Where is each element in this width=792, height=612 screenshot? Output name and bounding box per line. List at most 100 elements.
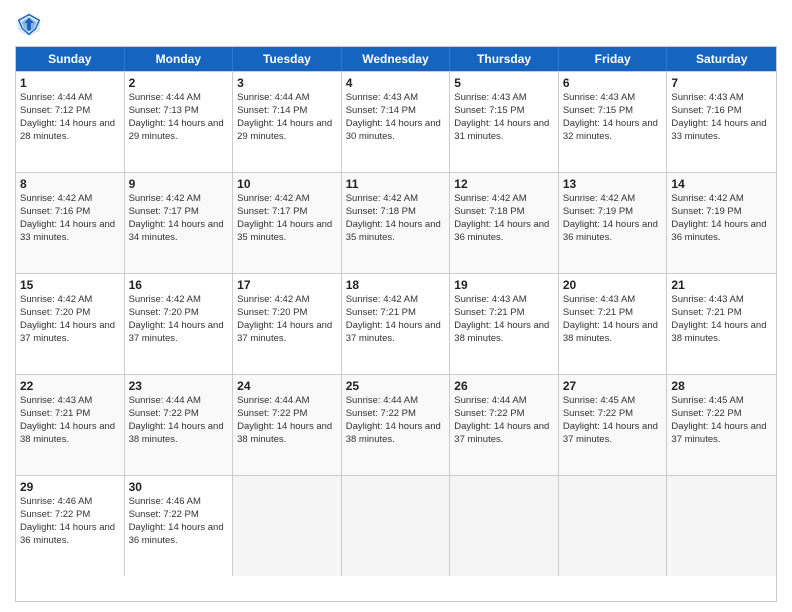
daylight-text: Daylight: 14 hours and 36 minutes. xyxy=(20,522,115,546)
sunset-text: Sunset: 7:12 PM xyxy=(20,105,90,116)
day-cell-11: 11Sunrise: 4:42 AMSunset: 7:18 PMDayligh… xyxy=(342,173,451,273)
sunset-text: Sunset: 7:21 PM xyxy=(346,307,416,318)
day-number: 28 xyxy=(671,378,772,394)
sunset-text: Sunset: 7:16 PM xyxy=(671,105,741,116)
day-number: 27 xyxy=(563,378,663,394)
sunset-text: Sunset: 7:19 PM xyxy=(563,206,633,217)
day-number: 11 xyxy=(346,176,446,192)
day-cell-22: 22Sunrise: 4:43 AMSunset: 7:21 PMDayligh… xyxy=(16,375,125,475)
sunset-text: Sunset: 7:22 PM xyxy=(129,408,199,419)
day-cell-1: 1Sunrise: 4:44 AM Sunset: 7:12 PM Daylight… xyxy=(16,72,125,172)
sunset-text: Sunset: 7:21 PM xyxy=(20,408,90,419)
day-number: 2 xyxy=(129,75,229,91)
calendar-row-4: 29Sunrise: 4:46 AMSunset: 7:22 PMDayligh… xyxy=(16,475,776,576)
sunset-text: Sunset: 7:22 PM xyxy=(563,408,633,419)
day-cell-23: 23Sunrise: 4:44 AMSunset: 7:22 PMDayligh… xyxy=(125,375,234,475)
day-number: 7 xyxy=(671,75,772,91)
sunset-text: Sunset: 7:21 PM xyxy=(671,307,741,318)
sunset-text: Sunset: 7:17 PM xyxy=(129,206,199,217)
day-number: 18 xyxy=(346,277,446,293)
sunrise-text: Sunrise: 4:43 AM xyxy=(563,92,635,103)
calendar-row-2: 15 Sunrise: 4:42 AM Sunset: 7:20 PM Dayligh… xyxy=(16,273,776,374)
day-cell-17: 17Sunrise: 4:42 AMSunset: 7:20 PMDayligh… xyxy=(233,274,342,374)
empty-cell xyxy=(342,476,451,576)
daylight-text: Daylight: 14 hours and 37 minutes. xyxy=(346,320,441,344)
day-number: 13 xyxy=(563,176,663,192)
day-number: 19 xyxy=(454,277,554,293)
sunrise-text: Sunrise: 4:43 AM xyxy=(454,294,526,305)
day-number: 6 xyxy=(563,75,663,91)
sunrise-text: Sunrise: 4:42 AM xyxy=(454,193,526,204)
daylight-text: Daylight: 14 hours and 28 minutes. xyxy=(20,118,115,142)
daylight-text: Daylight: 14 hours and 35 minutes. xyxy=(237,219,332,243)
logo xyxy=(15,10,47,38)
daylight-text: Daylight: 14 hours and 31 minutes. xyxy=(454,118,549,142)
daylight-text: Daylight: 14 hours and 38 minutes. xyxy=(454,320,549,344)
daylight-text: Daylight: 14 hours and 38 minutes. xyxy=(346,421,441,445)
day-number: 1 xyxy=(20,75,120,91)
daylight-text: Daylight: 14 hours and 36 minutes. xyxy=(454,219,549,243)
daylight-text: Daylight: 14 hours and 38 minutes. xyxy=(20,421,115,445)
daylight-text: Daylight: 14 hours and 34 minutes. xyxy=(129,219,224,243)
day-number: 9 xyxy=(129,176,229,192)
day-cell-5: 5Sunrise: 4:43 AMSunset: 7:15 PMDaylight… xyxy=(450,72,559,172)
sunrise-text: Sunrise: 4:46 AM xyxy=(129,496,201,507)
day-number: 20 xyxy=(563,277,663,293)
daylight-text: Daylight: 14 hours and 30 minutes. xyxy=(346,118,441,142)
day-cell-30: 30Sunrise: 4:46 AMSunset: 7:22 PMDayligh… xyxy=(125,476,234,576)
empty-cell xyxy=(450,476,559,576)
day-cell-24: 24Sunrise: 4:44 AMSunset: 7:22 PMDayligh… xyxy=(233,375,342,475)
sunrise-text: Sunrise: 4:42 AM xyxy=(20,193,92,204)
sunrise-text: Sunrise: 4:43 AM xyxy=(346,92,418,103)
sunset-text: Sunset: 7:15 PM xyxy=(563,105,633,116)
sunrise-text: Sunrise: 4:44 AM xyxy=(129,395,201,406)
sunset-text: Sunset: 7:22 PM xyxy=(237,408,307,419)
empty-cell xyxy=(559,476,668,576)
header xyxy=(15,10,777,38)
day-cell-10: 10Sunrise: 4:42 AMSunset: 7:17 PMDayligh… xyxy=(233,173,342,273)
sunrise-text: Sunrise: 4:43 AM xyxy=(671,294,743,305)
day-number: 5 xyxy=(454,75,554,91)
day-cell-18: 18Sunrise: 4:42 AMSunset: 7:21 PMDayligh… xyxy=(342,274,451,374)
sunrise-text: Sunrise: 4:42 AM xyxy=(671,193,743,204)
sunset-text: Sunset: 7:14 PM xyxy=(346,105,416,116)
sunset-text: Sunset: 7:18 PM xyxy=(346,206,416,217)
daylight-text: Daylight: 14 hours and 36 minutes. xyxy=(129,522,224,546)
sunset-text: Sunset: 7:20 PM xyxy=(129,307,199,318)
daylight-text: Daylight: 14 hours and 38 minutes. xyxy=(237,421,332,445)
sunrise-text: Sunrise: 4:43 AM xyxy=(454,92,526,103)
sunset-text: Sunset: 7:13 PM xyxy=(129,105,199,116)
calendar-row-1: 8Sunrise: 4:42 AMSunset: 7:16 PMDaylight… xyxy=(16,172,776,273)
day-number: 15 xyxy=(20,277,120,293)
sunrise-text: Sunrise: 4:44 AM xyxy=(20,92,92,103)
day-number: 4 xyxy=(346,75,446,91)
sunrise-text: Sunrise: 4:46 AM xyxy=(20,496,92,507)
day-number: 24 xyxy=(237,378,337,394)
day-number: 3 xyxy=(237,75,337,91)
sunset-text: Sunset: 7:22 PM xyxy=(20,509,90,520)
sunset-text: Sunset: 7:17 PM xyxy=(237,206,307,217)
day-number: 22 xyxy=(20,378,120,394)
calendar-header: SundayMondayTuesdayWednesdayThursdayFrid… xyxy=(16,47,776,71)
daylight-text: Daylight: 14 hours and 32 minutes. xyxy=(563,118,658,142)
header-cell-friday: Friday xyxy=(559,47,668,71)
day-number: 23 xyxy=(129,378,229,394)
day-cell-9: 9Sunrise: 4:42 AMSunset: 7:17 PMDaylight… xyxy=(125,173,234,273)
sunrise-text: Sunrise: 4:42 AM xyxy=(129,294,201,305)
page: SundayMondayTuesdayWednesdayThursdayFrid… xyxy=(0,0,792,612)
day-cell-28: 28Sunrise: 4:45 AMSunset: 7:22 PMDayligh… xyxy=(667,375,776,475)
daylight-text: Daylight: 14 hours and 29 minutes. xyxy=(237,118,332,142)
day-number: 8 xyxy=(20,176,120,192)
day-cell-29: 29Sunrise: 4:46 AMSunset: 7:22 PMDayligh… xyxy=(16,476,125,576)
sunset-text: Sunset: 7:19 PM xyxy=(671,206,741,217)
day-number: 10 xyxy=(237,176,337,192)
calendar-body: 1Sunrise: 4:44 AMSunset: 7:12 PMDaylight… xyxy=(16,71,776,576)
sunset-text: Sunset: 7:21 PM xyxy=(454,307,524,318)
day-cell-16: 16Sunrise: 4:42 AMSunset: 7:20 PMDayligh… xyxy=(125,274,234,374)
day-cell-25: 25Sunrise: 4:44 AMSunset: 7:22 PMDayligh… xyxy=(342,375,451,475)
sunset-text: Sunset: 7:22 PM xyxy=(671,408,741,419)
day-cell-27: 27Sunrise: 4:45 AMSunset: 7:22 PMDayligh… xyxy=(559,375,668,475)
calendar: SundayMondayTuesdayWednesdayThursdayFrid… xyxy=(15,46,777,602)
header-cell-monday: Monday xyxy=(125,47,234,71)
header-cell-wednesday: Wednesday xyxy=(342,47,451,71)
